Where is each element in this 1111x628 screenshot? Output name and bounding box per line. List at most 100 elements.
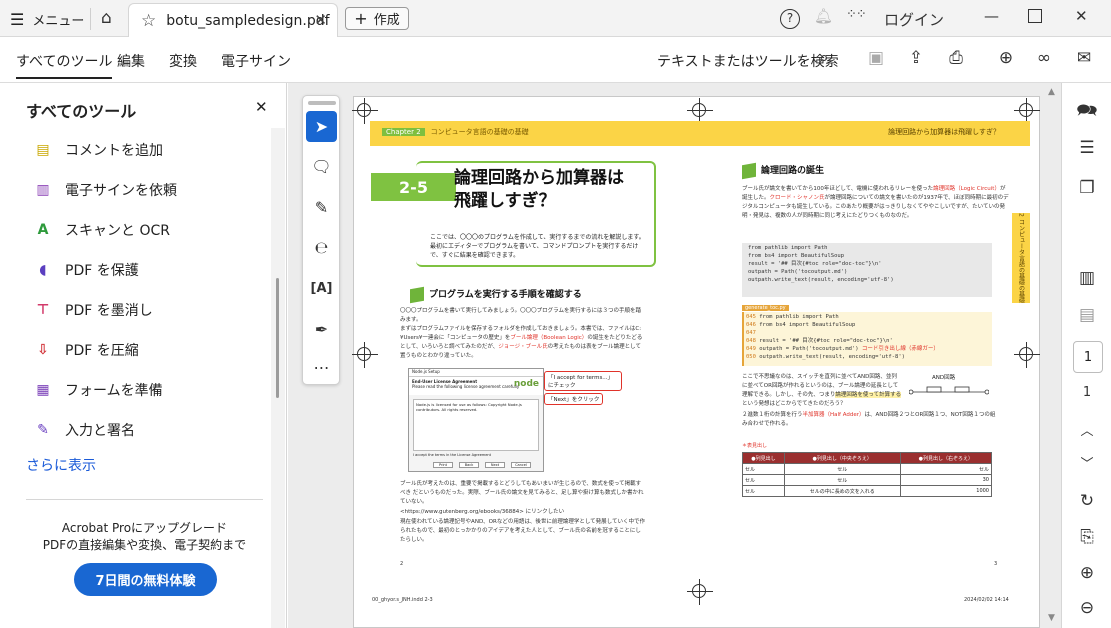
draw-tool-icon[interactable]: ℮ [306, 232, 337, 263]
screenshot-button: Back [459, 462, 479, 468]
add-comment-tool-icon[interactable]: 🗨︎ [306, 151, 337, 182]
page-thumbnail-icon[interactable]: ▤ [1062, 305, 1111, 325]
screenshot-title: Node.js Setup [409, 369, 543, 377]
code-line: 048 result = '## 目次{#toc role="doc-toc"}… [746, 337, 939, 345]
create-button[interactable]: + 作成 [345, 7, 409, 30]
sidebar-item-redact[interactable]: ⊤ PDF を墨消し [34, 298, 153, 322]
line-number: 047 [746, 330, 756, 336]
scrollbar-thumb[interactable] [276, 278, 279, 398]
document-scrollbar[interactable]: ▲ ▼ [1045, 83, 1061, 628]
palette-grip[interactable] [308, 101, 336, 105]
maximize-icon[interactable] [1028, 9, 1042, 23]
text-box-tool-icon[interactable]: [A] [306, 273, 337, 304]
callout-next: 「Next」をクリック [544, 393, 604, 405]
copy-pages-icon[interactable]: ❐ [1062, 178, 1111, 198]
crop-mark [352, 98, 378, 124]
highlight-tool-icon[interactable]: ✎ [306, 192, 337, 223]
intro-text: ここでは、〇〇〇のプログラムを作成して、実行するまでの流れを解説します。最初にエ… [430, 234, 645, 259]
home-icon[interactable]: ⌂ [101, 8, 112, 28]
upgrade-line-2: PDFの直接編集や変換、電子契約まで [42, 538, 247, 552]
sidebar-item-label: 電子サインを依頼 [65, 183, 177, 199]
help-icon[interactable]: ? [780, 9, 800, 29]
free-trial-button[interactable]: 7日間の無料体験 [74, 563, 217, 596]
link-icon[interactable]: ∞ [1033, 48, 1055, 70]
sidebar-scrollbar[interactable] [271, 128, 285, 628]
zoom-out-icon[interactable]: ⊖ [1062, 598, 1111, 618]
print-icon[interactable]: ⎙ [945, 48, 967, 70]
page-extract-icon[interactable]: ⎘ [1062, 527, 1111, 547]
window-close-icon[interactable]: ✕ [1075, 7, 1088, 25]
highlight-term: 半加算器（Half Adder） [802, 412, 865, 418]
tab-convert[interactable]: 変換 [169, 51, 197, 71]
add-user-icon[interactable]: ⊕ [995, 48, 1017, 70]
select-tool-icon[interactable]: ➤ [306, 111, 337, 142]
show-more-link[interactable]: さらに表示 [26, 455, 96, 475]
bell-icon[interactable]: 🔔︎ [814, 7, 833, 25]
sidebar-item-add-comment[interactable]: ▤ コメントを追加 [34, 138, 163, 162]
search-icon[interactable]: ⌕ [813, 48, 835, 70]
tab-close-icon[interactable]: ✕ [314, 11, 327, 29]
paragraph: 現在使われている論理記号やAND、ORなどの用語は、後世に前理論理学として発展し… [400, 519, 645, 543]
sidebar-item-fill-sign[interactable]: ✎ 入力と署名 [34, 418, 135, 442]
screenshot-button: Cancel [511, 462, 531, 468]
sidebar-item-label: PDF を圧縮 [65, 343, 139, 359]
create-label: 作成 [373, 13, 400, 28]
code-annotation: コード引き出し線（赤線ガー） [861, 346, 939, 352]
total-pages: 1 [1082, 385, 1092, 400]
tab-esign[interactable]: 電子サイン [221, 51, 291, 71]
star-icon[interactable]: ☆ [141, 11, 156, 31]
pdf-page: Chapter 2 コンピュータ言語の基礎の基礎 論理回路から加算器は飛躍しすぎ？… [352, 96, 1040, 628]
sidebar-item-prepare-form[interactable]: ▦ フォームを準備 [34, 378, 163, 402]
screenshot-buttons: Print Back Next Cancel [433, 462, 531, 468]
heading-line-2: 飛躍しすぎ？ [454, 191, 556, 211]
code-file-label: generate_toc.py [742, 305, 789, 311]
sidebar-item-request-signature[interactable]: ▥ 電子サインを依頼 [34, 178, 177, 202]
crop-mark [687, 579, 713, 605]
sidebar-item-label: PDF を墨消し [65, 303, 153, 319]
mail-icon[interactable]: ✉ [1073, 48, 1095, 70]
sidebar-item-scan-ocr[interactable]: A スキャンと OCR [34, 218, 170, 242]
next-page-icon[interactable]: ﹀ [1062, 453, 1111, 472]
document-tab[interactable]: ☆ botu_sampledesign.pdf ✕ [128, 3, 338, 37]
save-icon[interactable]: ▣ [865, 48, 887, 70]
current-page-field[interactable]: 1 [1073, 341, 1103, 373]
quick-tools-palette: ➤ 🗨︎ ✎ ℮ [A] ✒ ⋯ [302, 95, 340, 385]
bookmark-icon[interactable]: ☰ [1062, 138, 1111, 158]
tab-all-tools[interactable]: すべてのツール [16, 51, 113, 79]
header-left: Chapter 2 コンピュータ言語の基礎の基礎 [382, 127, 529, 137]
sign-tool-icon[interactable]: ✒ [306, 314, 337, 345]
heading-line-1: 論理回路から加算器は [454, 168, 624, 188]
menu-button[interactable]: ☰ メニュー [10, 8, 84, 30]
sidebar-item-label: フォームを準備 [65, 383, 163, 399]
document-tab-title: botu_sampledesign.pdf [166, 12, 330, 29]
comments-panel-icon[interactable]: 🗪︎ [1062, 98, 1111, 127]
scroll-down-arrow-icon[interactable]: ▼ [1048, 613, 1055, 623]
code-text: from pathlib import Path [759, 314, 839, 320]
sidebar-item-protect[interactable]: ◖ PDF を保護 [34, 258, 138, 282]
paragraph: ここで不思議なのは、スイッチを直列に並べてAND回路、並列に並べてOR回路が作れ… [742, 373, 902, 409]
zoom-in-icon[interactable]: ⊕ [1062, 563, 1111, 583]
table-header: ●列見出し（右ぞろえ） [899, 452, 993, 464]
search-tools-label[interactable]: テキストまたはツールを検索 [657, 51, 839, 71]
code-line: outpath.write_text(result, encoding='utf… [748, 277, 894, 283]
side-tab-number: 2 [1017, 213, 1025, 217]
tab-edit[interactable]: 編集 [117, 51, 145, 71]
rotate-icon[interactable]: ↻ [1062, 491, 1111, 511]
code-text: from bs4 import BeautifulSoup [759, 322, 856, 328]
sidebar-close-icon[interactable]: ✕ [255, 98, 268, 116]
line-number: 045 [746, 314, 756, 320]
more-tools-icon[interactable]: ⋯ [306, 352, 337, 383]
highlight-term: ブール論理（Boolean Logic） [510, 335, 588, 341]
upload-icon[interactable]: ⇪ [905, 48, 927, 70]
login-button[interactable]: ログイン [884, 9, 944, 30]
minimize-icon[interactable]: — [984, 7, 999, 25]
apps-grid-icon[interactable]: ⁘⁘ [846, 7, 867, 22]
previous-page-icon[interactable]: ︿ [1062, 420, 1111, 439]
code-listing-1: from pathlib import Path from bs4 import… [748, 244, 894, 284]
scroll-up-arrow-icon[interactable]: ▲ [1048, 87, 1055, 97]
table-cell: セル [742, 463, 785, 475]
sidebar-item-compress[interactable]: ⇩ PDF を圧縮 [34, 338, 139, 362]
highlight-term: 論理回路を使って計算する [835, 392, 902, 398]
code-line: from bs4 import BeautifulSoup [748, 253, 845, 259]
page-layout-icon[interactable]: ▥ [1062, 268, 1111, 288]
